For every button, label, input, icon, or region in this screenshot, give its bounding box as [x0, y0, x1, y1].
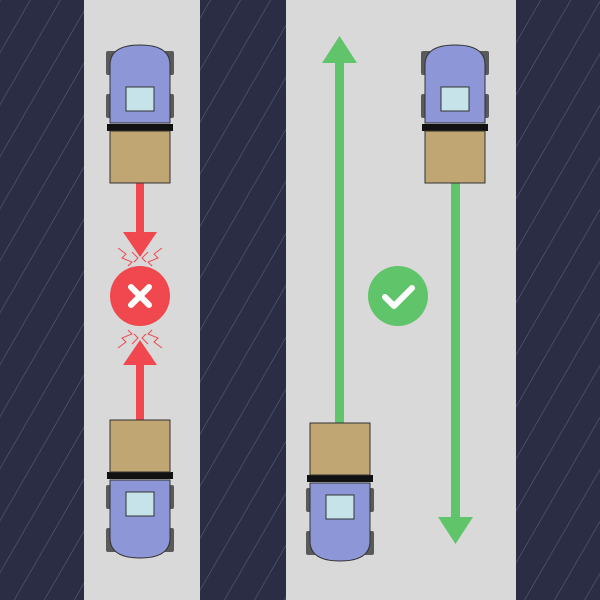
lane-arrow-up-shaft: [335, 60, 344, 426]
storage-rack-left: [0, 0, 84, 600]
conflict-arrow-down-shaft: [136, 180, 144, 234]
conflict-arrow-up-shaft: [136, 363, 144, 421]
forklift-right-bottom: [305, 422, 375, 562]
storage-rack-middle: [200, 0, 286, 600]
aisle-scene: [0, 0, 600, 600]
storage-rack-right: [516, 0, 600, 600]
forklift-left-top: [105, 44, 175, 184]
lane-arrow-down-shaft: [451, 178, 460, 520]
forklift-right-top: [420, 44, 490, 184]
forklift-left-bottom: [105, 419, 175, 559]
clear-badge: [368, 266, 428, 326]
